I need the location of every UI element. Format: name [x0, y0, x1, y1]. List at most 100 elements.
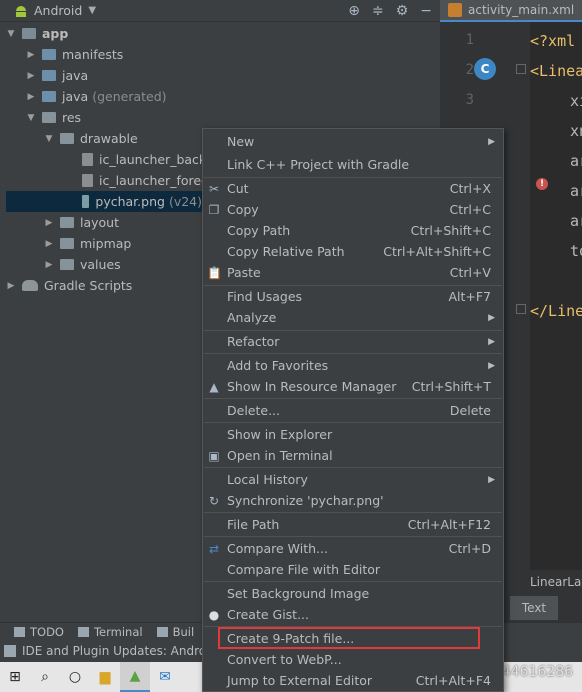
expanded-arrow-icon[interactable]: ▼: [26, 113, 36, 123]
menu-item-compare-file-with-editor[interactable]: Compare File with Editor: [203, 559, 503, 580]
tree-item-res[interactable]: ▼ res: [26, 107, 82, 128]
menu-item-file-path[interactable]: File Path Ctrl+Alt+F12: [203, 514, 503, 535]
search-icon[interactable]: ⌕: [30, 662, 60, 692]
code-line: ar: [570, 212, 582, 230]
menu-item-open-in-terminal[interactable]: ▣ Open in Terminal: [203, 445, 503, 466]
tree-item-suffix: (generated): [92, 89, 167, 104]
menu-item-label: Local History: [227, 472, 308, 487]
project-view-title[interactable]: Android: [34, 3, 82, 18]
tree-item-ic-launcher-background[interactable]: ic_launcher_backg: [76, 149, 214, 170]
code-line: <Linea: [530, 62, 582, 80]
paste-icon: 📋: [207, 265, 222, 280]
tree-item-gradle-scripts[interactable]: ▶ Gradle Scripts: [6, 275, 133, 296]
folder-icon: [42, 70, 56, 81]
collapsed-arrow-icon[interactable]: ▶: [44, 239, 54, 249]
status-text[interactable]: IDE and Plugin Updates: Android: [22, 644, 217, 658]
menu-item-find-usages[interactable]: Find Usages Alt+F7: [203, 286, 503, 307]
code-line: </Line: [530, 302, 582, 320]
tree-item-java[interactable]: ▶ java: [26, 65, 89, 86]
menu-item-copy-relative-path[interactable]: Copy Relative Path Ctrl+Alt+Shift+C: [203, 241, 503, 262]
tab-text[interactable]: Text: [510, 596, 558, 620]
menu-item-label: Link C++ Project with Gradle: [227, 157, 410, 172]
tree-item-mipmap[interactable]: ▶ mipmap: [44, 233, 132, 254]
menu-item-label: New: [227, 134, 255, 149]
folder-icon: [60, 217, 74, 228]
menu-item-add-to-favorites[interactable]: Add to Favorites ▶: [203, 355, 503, 376]
menu-item-delete[interactable]: Delete... Delete: [203, 400, 503, 421]
collapsed-arrow-icon[interactable]: ▶: [44, 218, 54, 228]
submenu-arrow-icon: ▶: [488, 474, 495, 485]
menu-item-copy-path[interactable]: Copy Path Ctrl+Shift+C: [203, 220, 503, 241]
menu-item-label: Refactor: [227, 334, 280, 349]
submenu-arrow-icon: ▶: [488, 336, 495, 347]
tree-item-pychar-png[interactable]: pychar.png (v24): [6, 191, 202, 212]
menu-item-synchronize[interactable]: ↻ Synchronize 'pychar.png': [203, 490, 503, 511]
menu-item-refactor[interactable]: Refactor ▶: [203, 331, 503, 352]
collapsed-arrow-icon[interactable]: ▶: [44, 260, 54, 270]
start-icon[interactable]: ⊞: [0, 662, 30, 692]
menu-item-analyze[interactable]: Analyze ▶: [203, 307, 503, 328]
tree-item-layout[interactable]: ▶ layout: [44, 212, 119, 233]
menu-item-link-cpp[interactable]: Link C++ Project with Gradle: [203, 154, 503, 175]
menu-item-set-background-image[interactable]: Set Background Image: [203, 583, 503, 604]
menu-item-shortcut: Delete: [449, 403, 491, 418]
menu-item-jump-to-external-editor[interactable]: Jump to External Editor Ctrl+Alt+F4: [203, 670, 503, 691]
tree-item-manifests[interactable]: ▶ manifests: [26, 44, 124, 65]
github-icon: ●: [208, 607, 220, 622]
menu-item-local-history[interactable]: Local History ▶: [203, 469, 503, 490]
tab-activity-main-xml[interactable]: activity_main.xml: [440, 0, 582, 22]
locate-icon[interactable]: ⊕: [348, 3, 360, 19]
image-file-icon: [82, 195, 90, 208]
menu-item-label: Add to Favorites: [227, 358, 329, 373]
gear-icon[interactable]: ⚙: [396, 3, 409, 19]
tree-item-label: res: [62, 110, 82, 125]
menu-item-show-in-explorer[interactable]: Show in Explorer: [203, 424, 503, 445]
tree-item-app[interactable]: ▼ app: [6, 23, 69, 44]
expanded-arrow-icon[interactable]: ▼: [6, 29, 16, 39]
menu-item-new[interactable]: New ▶: [203, 131, 503, 152]
tree-item-label: mipmap: [80, 236, 132, 251]
submenu-arrow-icon: ▶: [488, 136, 495, 147]
menu-item-copy[interactable]: ❐ Copy Ctrl+C: [203, 199, 503, 220]
code-line: ar: [570, 152, 582, 170]
project-tool-header: Android ▼ ⊕ ≑ ⚙ −: [0, 0, 440, 22]
expanded-arrow-icon[interactable]: ▼: [44, 134, 54, 144]
tree-item-java-generated[interactable]: ▶ java (generated): [26, 86, 167, 107]
todo-tool-button[interactable]: TODO: [14, 625, 64, 639]
submenu-arrow-icon: ▶: [488, 360, 495, 371]
chevron-down-icon[interactable]: ▼: [88, 5, 96, 16]
hide-icon[interactable]: −: [420, 3, 432, 19]
menu-item-label: Copy: [227, 202, 259, 217]
task-view-icon[interactable]: ○: [60, 662, 90, 692]
collapsed-arrow-icon[interactable]: ▶: [6, 281, 16, 291]
tree-item-drawable[interactable]: ▼ drawable: [44, 128, 138, 149]
code-line: ar: [570, 182, 582, 200]
collapsed-arrow-icon[interactable]: ▶: [26, 71, 36, 81]
menu-item-create-gist[interactable]: ● Create Gist...: [203, 604, 503, 625]
mail-icon[interactable]: ✉: [150, 662, 180, 692]
breadcrumb[interactable]: LinearLay: [530, 570, 582, 594]
tree-item-ic-launcher-foreground[interactable]: ic_launcher_foregr: [76, 170, 214, 191]
menu-item-show-in-resource-manager[interactable]: ▲ Show In Resource Manager Ctrl+Shift+T: [203, 376, 503, 397]
menu-item-label: Compare With...: [227, 541, 328, 556]
highlight-annotation: [218, 627, 480, 649]
fold-marker-icon[interactable]: [516, 64, 526, 74]
tree-item-label: values: [80, 257, 121, 272]
error-icon[interactable]: !: [536, 178, 548, 190]
collapse-all-icon[interactable]: ≑: [372, 3, 384, 19]
gradle-icon: [22, 280, 38, 291]
collapsed-arrow-icon[interactable]: ▶: [26, 50, 36, 60]
explorer-icon[interactable]: ▆: [90, 662, 120, 692]
terminal-tool-button[interactable]: Terminal: [77, 625, 143, 639]
menu-item-label: Synchronize 'pychar.png': [227, 493, 384, 508]
menu-item-paste[interactable]: 📋 Paste Ctrl+V: [203, 262, 503, 283]
collapsed-arrow-icon[interactable]: ▶: [26, 92, 36, 102]
menu-item-cut[interactable]: ✂ Cut Ctrl+X: [203, 178, 503, 199]
class-badge-icon[interactable]: C: [474, 58, 496, 80]
fold-marker-icon[interactable]: [516, 304, 526, 314]
tree-item-values[interactable]: ▶ values: [44, 254, 121, 275]
menu-item-convert-to-webp[interactable]: Convert to WebP...: [203, 649, 503, 670]
menu-item-compare-with[interactable]: ⇄ Compare With... Ctrl+D: [203, 538, 503, 559]
build-tool-button[interactable]: Buil: [156, 625, 194, 639]
android-studio-icon[interactable]: ▲: [120, 662, 150, 692]
